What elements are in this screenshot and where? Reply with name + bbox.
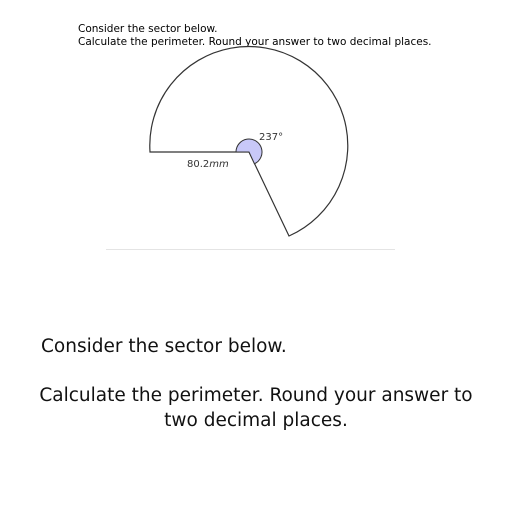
prompt-line-consider-large: Consider the sector below. (41, 336, 287, 357)
divider (106, 249, 395, 250)
sector-diagram: 237° 80.2mm (149, 45, 349, 237)
radius-value: 80.2 (187, 159, 209, 170)
radius-label: 80.2mm (187, 159, 229, 170)
angle-label: 237° (259, 132, 283, 143)
prompt-line-calculate-large: Calculate the perimeter. Round your answ… (39, 385, 473, 431)
radius-unit: mm (209, 159, 229, 170)
question-prompt-large: Consider the sector below. Calculate the… (0, 334, 512, 433)
